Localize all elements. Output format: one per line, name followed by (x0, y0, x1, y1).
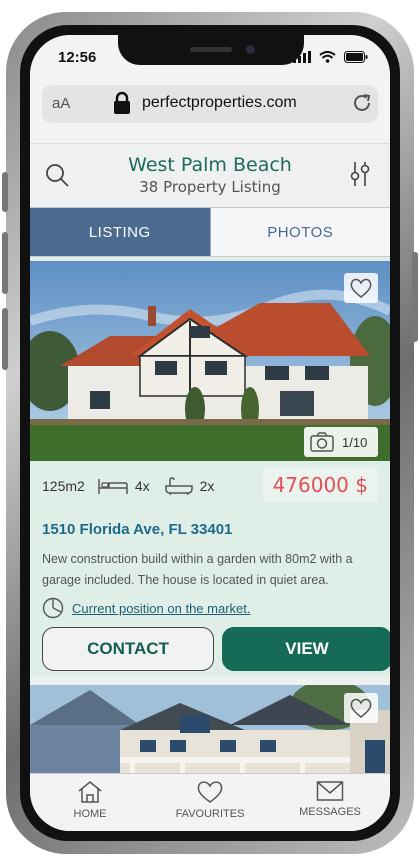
property-description: New construction build within a garden w… (42, 552, 353, 587)
favourite-button[interactable] (344, 693, 378, 723)
phone-frame: 12:56 aA perfectproperties.com West Palm… (2, 12, 418, 854)
tab-listing[interactable]: LISTING (30, 208, 210, 256)
market-position-row: Current position on the market. (42, 597, 250, 619)
nav-home[interactable]: HOME (30, 774, 150, 831)
phone-bezel: 12:56 aA perfectproperties.com West Palm… (20, 25, 400, 841)
nav-home-label: HOME (73, 808, 107, 820)
photo-counter-text: 1/10 (342, 434, 368, 450)
filter-icon[interactable] (350, 160, 370, 188)
property-address[interactable]: 1510 Florida Ave, FL 33401 (42, 521, 232, 538)
photo-counter[interactable]: 1/10 (304, 427, 378, 457)
tab-photos[interactable]: PHOTOS (209, 208, 390, 256)
url-field[interactable]: aA perfectproperties.com (42, 85, 378, 123)
lock-icon (114, 91, 130, 114)
house-photo[interactable]: 1/10 (30, 261, 390, 461)
listing-header: West Palm Beach 38 Property Listing (30, 143, 390, 207)
speaker (190, 47, 232, 52)
status-icons (293, 51, 368, 63)
browser-bar: aA perfectproperties.com (30, 77, 390, 143)
nav-messages-label: MESSAGES (299, 806, 361, 818)
heart-icon (197, 781, 223, 803)
side-button (412, 252, 418, 342)
bedrooms-value: 4x (134, 478, 150, 494)
page-title: West Palm Beach (128, 154, 292, 176)
home-icon (78, 781, 102, 803)
status-time: 12:56 (58, 49, 97, 66)
wifi-icon (319, 51, 336, 63)
bed-icon (98, 479, 128, 494)
url-text: perfectproperties.com (142, 94, 297, 111)
bathrooms-value: 2x (199, 478, 215, 494)
listing-count: 38 Property Listing (139, 178, 281, 196)
view-tabs: LISTING PHOTOS (30, 207, 390, 257)
nav-favourites-label: FAVOURITES (175, 808, 245, 820)
market-position-link[interactable]: Current position on the market. (72, 601, 250, 616)
heart-icon (350, 698, 372, 718)
favourite-button[interactable] (344, 273, 378, 303)
side-button (2, 308, 8, 370)
nav-messages[interactable]: MESSAGES (270, 774, 390, 831)
pie-chart-icon (42, 597, 64, 619)
reload-icon[interactable] (350, 91, 374, 115)
camera (246, 45, 255, 54)
screen: 12:56 aA perfectproperties.com West Palm… (30, 35, 390, 831)
envelope-icon (316, 781, 344, 801)
bottom-navigation: HOME FAVOURITES MESSAGES (30, 773, 390, 831)
text-size-button[interactable]: aA (52, 95, 70, 112)
camera-icon (310, 432, 334, 452)
heart-icon (350, 278, 372, 298)
side-button (2, 172, 8, 212)
area-value: 125m2 (42, 478, 85, 494)
price-tag: 476000 $ (262, 468, 378, 502)
battery-icon (344, 51, 368, 63)
property-specs: 125m2 4x 2x (42, 477, 214, 495)
notch (118, 35, 304, 65)
nav-favourites[interactable]: FAVOURITES (150, 774, 270, 831)
listing-card: 1/10 125m2 4x 2x 476000 $ 1510 Florida A… (30, 257, 390, 677)
side-button (2, 232, 8, 294)
bathtub-icon (164, 477, 193, 495)
contact-button[interactable]: CONTACT (42, 627, 214, 671)
view-button[interactable]: VIEW (222, 627, 390, 671)
